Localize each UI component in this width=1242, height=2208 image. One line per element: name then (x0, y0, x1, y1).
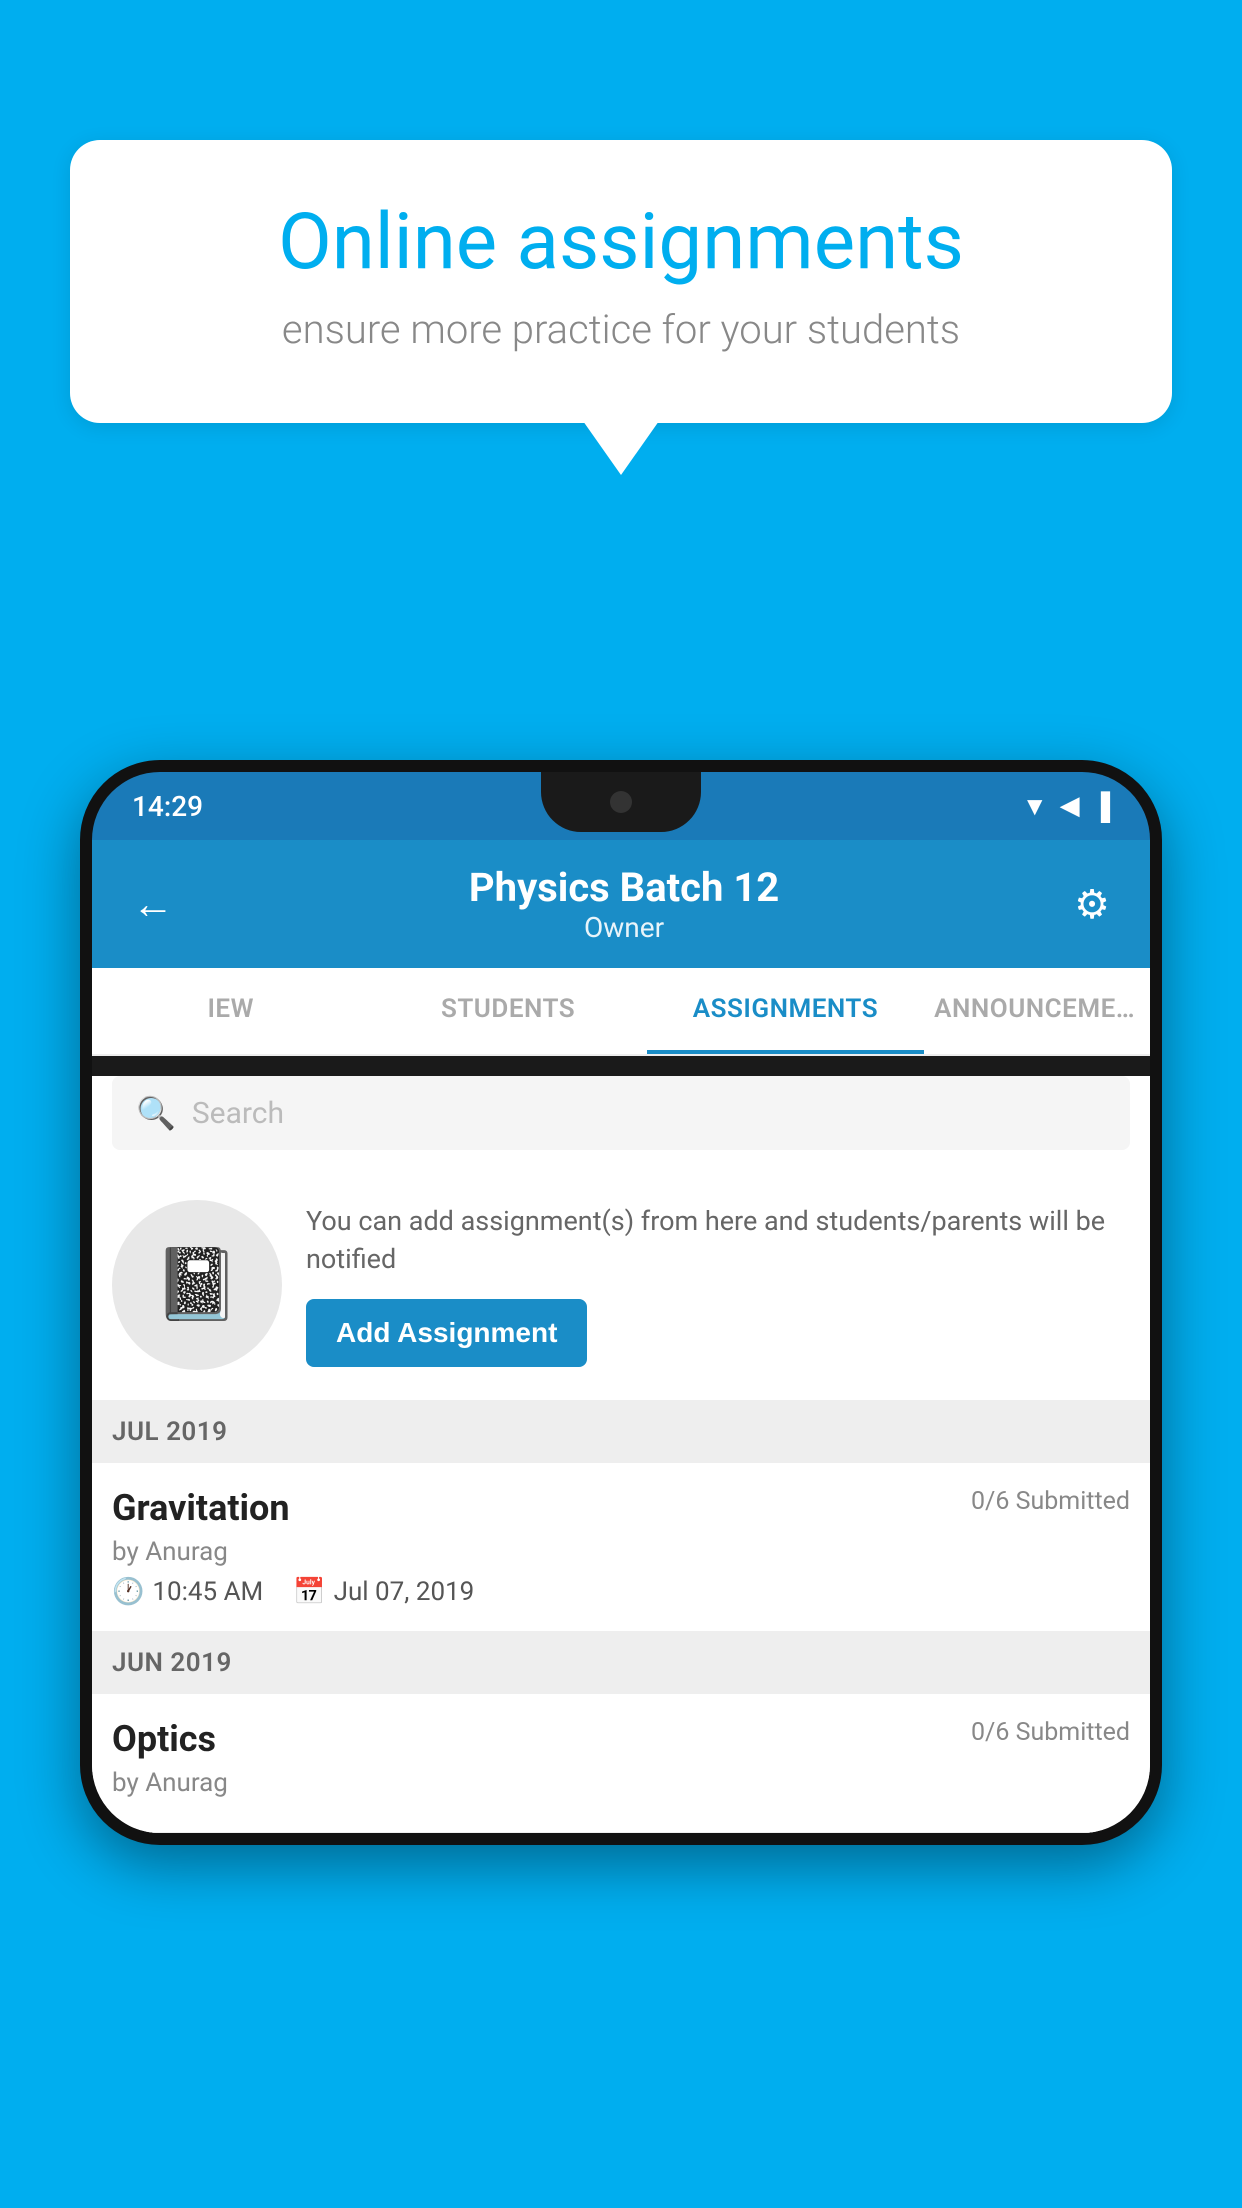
assignment-row-top: Gravitation 0/6 Submitted (112, 1487, 1130, 1529)
notebook-icon: 📓 (153, 1244, 240, 1326)
app-header: ← Physics Batch 12 Owner ⚙ (92, 840, 1150, 968)
assignment-time: 10:45 AM (152, 1577, 263, 1607)
tab-students[interactable]: STUDENTS (369, 968, 646, 1054)
status-time: 14:29 (132, 790, 203, 823)
assignment-gravitation[interactable]: Gravitation 0/6 Submitted by Anurag 🕐 10… (92, 1463, 1150, 1632)
back-button[interactable]: ← (132, 880, 174, 929)
tab-iew[interactable]: IEW (92, 968, 369, 1054)
status-bar: 14:29 ▼ ◀ ▐ (92, 772, 1150, 840)
search-icon: 🔍 (136, 1094, 176, 1132)
signal-icon: ◀ (1060, 791, 1080, 821)
assignment-submitted-2: 0/6 Submitted (971, 1718, 1130, 1747)
assignment-meta: 🕐 10:45 AM 📅 Jul 07, 2019 (112, 1577, 1130, 1607)
phone-frame: 14:29 ▼ ◀ ▐ ← Physics Batch 12 Owner ⚙ I… (80, 760, 1162, 2208)
assignment-author: by Anurag (112, 1537, 1130, 1567)
search-bar[interactable]: 🔍 Search (112, 1076, 1130, 1150)
camera (610, 791, 632, 813)
wifi-icon: ▼ (1022, 791, 1048, 822)
assignment-author-2: by Anurag (112, 1768, 1130, 1798)
notch (541, 772, 701, 832)
assignment-title-2: Optics (112, 1718, 216, 1760)
screen-content: 🔍 Search 📓 You can add assignment(s) fro… (92, 1076, 1150, 1833)
empty-state: 📓 You can add assignment(s) from here an… (92, 1170, 1150, 1401)
speech-bubble-container: Online assignments ensure more practice … (70, 140, 1172, 423)
assignment-optics[interactable]: Optics 0/6 Submitted by Anurag (92, 1694, 1150, 1833)
add-assignment-button[interactable]: Add Assignment (306, 1299, 587, 1367)
battery-icon: ▐ (1092, 791, 1110, 822)
empty-state-icon-circle: 📓 (112, 1200, 282, 1370)
empty-state-description: You can add assignment(s) from here and … (306, 1203, 1130, 1279)
tab-assignments[interactable]: ASSIGNMENTS (647, 968, 924, 1054)
meta-time: 🕐 10:45 AM (112, 1577, 263, 1607)
settings-icon[interactable]: ⚙ (1074, 881, 1110, 928)
section-header-jun: JUN 2019 (92, 1632, 1150, 1694)
tabs-bar: IEW STUDENTS ASSIGNMENTS ANNOUNCEMENTS (92, 968, 1150, 1056)
header-title: Physics Batch 12 (469, 864, 779, 911)
speech-bubble-title: Online assignments (140, 200, 1102, 286)
assignment-submitted: 0/6 Submitted (971, 1487, 1130, 1516)
meta-date: 📅 Jul 07, 2019 (293, 1577, 474, 1607)
volume-up-button (80, 992, 88, 1072)
tab-announcements[interactable]: ANNOUNCEMENTS (924, 968, 1150, 1054)
status-icons: ▼ ◀ ▐ (1022, 791, 1110, 822)
speech-bubble-subtitle: ensure more practice for your students (140, 306, 1102, 353)
speech-bubble: Online assignments ensure more practice … (70, 140, 1172, 423)
search-placeholder: Search (192, 1096, 284, 1131)
volume-down-button (80, 1102, 88, 1182)
clock-icon: 🕐 (112, 1577, 144, 1607)
header-subtitle: Owner (469, 911, 779, 944)
header-center: Physics Batch 12 Owner (469, 864, 779, 944)
assignment-date: Jul 07, 2019 (334, 1577, 475, 1607)
calendar-icon: 📅 (293, 1577, 325, 1607)
power-button (1154, 1052, 1162, 1172)
section-header-jul: JUL 2019 (92, 1401, 1150, 1463)
assignment-row-top-2: Optics 0/6 Submitted (112, 1718, 1130, 1760)
assignment-title: Gravitation (112, 1487, 290, 1529)
empty-state-text: You can add assignment(s) from here and … (306, 1203, 1130, 1367)
phone-body: 14:29 ▼ ◀ ▐ ← Physics Batch 12 Owner ⚙ I… (80, 760, 1162, 1845)
